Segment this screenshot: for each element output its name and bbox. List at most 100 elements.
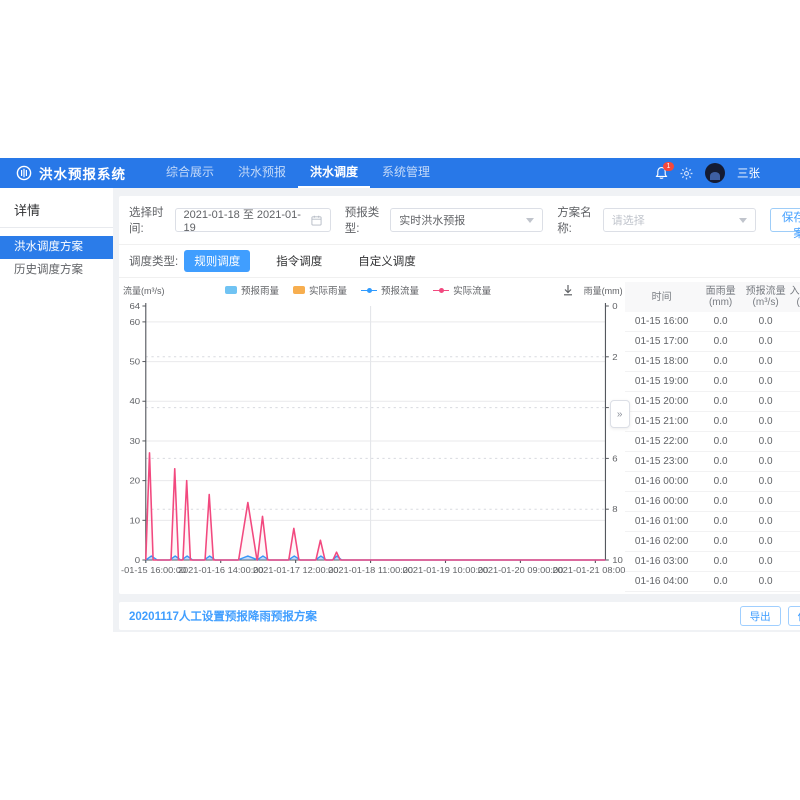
cell-time: 01-15 20:00 (625, 396, 699, 407)
plan-footer: 20201117人工设置预报降雨预报方案 导出 保存 (119, 602, 800, 630)
navbar-right: 1 三张 (655, 163, 760, 183)
table-row: 01-15 23:000.00.00.0 (625, 452, 800, 472)
date-range-input[interactable]: 2021-01-18 至 2021-01-19 (175, 208, 331, 232)
x-tick-label: -01-15 16:00:00 (121, 565, 186, 574)
y-right-tick-label: 2 (612, 352, 617, 361)
save-button[interactable]: 保存 (788, 606, 800, 626)
cell-value: 0.0 (789, 336, 800, 347)
nav-item-综合展示[interactable]: 综合展示 (154, 158, 226, 188)
page: 洪水预报系统 综合展示洪水预报洪水调度系统管理 1 (0, 0, 800, 800)
filter-bar: 选择时间: 2021-01-18 至 2021-01-19 预报类型: 实时洪水… (119, 196, 800, 245)
cell-value: 0.0 (789, 556, 800, 567)
forecast-type-select[interactable]: 实时洪水预报 (390, 208, 543, 232)
cell-value: 23 (789, 516, 800, 527)
cell-time: 01-15 16:00 (625, 316, 699, 327)
y-left-tick-label: 0 (135, 555, 140, 564)
tab-规则调度[interactable]: 规则调度 (184, 250, 250, 272)
tab-自定义调度[interactable]: 自定义调度 (348, 250, 426, 272)
right-axis-title: 雨量(mm) (584, 284, 623, 297)
legend-label: 实际雨量 (309, 283, 347, 297)
tab-指令调度[interactable]: 指令调度 (266, 250, 332, 272)
legend-item-实际雨量[interactable]: 实际雨量 (293, 283, 347, 297)
cell-value: 0.0 (743, 576, 789, 587)
cell-value: 0.0 (743, 476, 789, 487)
settings-button[interactable] (680, 167, 693, 180)
export-button[interactable]: 导出 (740, 606, 781, 626)
dispatch-type-label: 调度类型: (129, 253, 178, 269)
nav-item-洪水预报[interactable]: 洪水预报 (226, 158, 298, 188)
collapse-table-button[interactable]: » (610, 400, 630, 428)
cell-value: 0.0 (699, 356, 743, 367)
sidebar: 详情 洪水调度方案历史调度方案 (0, 188, 113, 632)
sidebar-item-洪水调度方案[interactable]: 洪水调度方案 (0, 236, 113, 259)
cell-time: 01-15 22:00 (625, 436, 699, 447)
cell-value: 0.0 (699, 416, 743, 427)
dispatch-type-tabs: 调度类型: 规则调度指令调度自定义调度 (119, 245, 800, 278)
forecast-type-value: 实时洪水预报 (399, 212, 522, 228)
cell-value: 0.0 (699, 476, 743, 487)
table-row: 01-15 19:000.00.00.0 (625, 372, 800, 392)
plan-name-select[interactable]: 请选择 (603, 208, 756, 232)
y-left-tick-label: 60 (129, 317, 140, 326)
legend-item-预报流量[interactable]: 预报流量 (361, 283, 419, 297)
cell-time: 01-16 02:00 (625, 536, 699, 547)
cell-value: 0.0 (743, 456, 789, 467)
cell-value: 0.0 (743, 356, 789, 367)
legend-line-icon (433, 286, 449, 294)
legend-line-icon (361, 286, 377, 294)
cell-value: 0.0 (699, 336, 743, 347)
table-row: 01-15 21:000.00.00.0 (625, 412, 800, 432)
cell-time: 01-16 00:00 (625, 476, 699, 487)
avatar[interactable] (705, 163, 725, 183)
table-row: 01-16 00:000.00.00.0 (625, 472, 800, 492)
cell-time: 01-16 01:00 (625, 516, 699, 527)
nav-item-洪水调度[interactable]: 洪水调度 (298, 158, 370, 188)
dispatch-tab-group: 规则调度指令调度自定义调度 (184, 250, 442, 272)
sidebar-divider (0, 227, 113, 228)
cell-value: 0.0 (743, 376, 789, 387)
footer-buttons: 导出 保存 (740, 606, 800, 626)
y-left-tick-label: 20 (129, 476, 140, 485)
cell-value: 0.0 (789, 536, 800, 547)
column-header-入库流量: 入库流量(m³/s) (789, 286, 800, 308)
table-row: 01-15 18:000.00.027 (625, 352, 800, 372)
cell-time: 01-15 21:00 (625, 416, 699, 427)
cell-time: 01-15 19:00 (625, 376, 699, 387)
y-left-tick-label: 40 (129, 397, 140, 406)
legend-swatch-icon (225, 286, 237, 294)
cell-value: 0.0 (743, 436, 789, 447)
cell-value: 0.0 (699, 456, 743, 467)
gear-icon (680, 167, 693, 180)
legend-label: 预报雨量 (241, 283, 279, 297)
plan-name-placeholder: 请选择 (612, 212, 735, 228)
column-header-时间: 时间 (625, 292, 699, 303)
nav-item-系统管理[interactable]: 系统管理 (370, 158, 442, 188)
date-range-value: 2021-01-18 至 2021-01-19 (184, 206, 311, 234)
x-tick-label: 2021-01-17 12:00:00 (253, 565, 339, 574)
notifications-button[interactable]: 1 (655, 166, 668, 180)
y-right-tick-label: 10 (612, 555, 623, 564)
table-row: 01-16 02:000.00.00.0 (625, 532, 800, 552)
legend-label: 预报流量 (381, 283, 419, 297)
cell-value: 0.0 (789, 376, 800, 387)
legend-item-实际流量[interactable]: 实际流量 (433, 283, 491, 297)
legend-item-预报雨量[interactable]: 预报雨量 (225, 283, 279, 297)
cell-value: 0.0 (699, 556, 743, 567)
main-area: 选择时间: 2021-01-18 至 2021-01-19 预报类型: 实时洪水… (113, 188, 800, 632)
chart-download-button[interactable] (562, 284, 574, 296)
calendar-icon (311, 215, 322, 226)
cell-value: 0.0 (789, 496, 800, 507)
cell-value: 0.0 (789, 396, 800, 407)
app-logo: 洪水预报系统 (16, 163, 126, 183)
save-plan-button[interactable]: 保存方案 (770, 208, 800, 232)
notification-badge: 1 (663, 162, 674, 171)
cell-value: 0.0 (789, 316, 800, 327)
chart-table-area: 流量(m³/s) 预报雨量实际雨量预报流量实际流量 雨量(mm) (119, 278, 800, 594)
cell-value: 0.0 (789, 416, 800, 427)
table-row: 01-16 00:000.00.00.0 (625, 492, 800, 512)
sidebar-item-历史调度方案[interactable]: 历史调度方案 (0, 259, 113, 282)
plan-title: 20201117人工设置预报降雨预报方案 (129, 608, 317, 624)
y-left-tick-label: 10 (129, 516, 140, 525)
table-row: 01-16 03:000.00.00.0 (625, 552, 800, 572)
line-chart-canvas[interactable]: 0102030405060640246810-01-15 16:00:00202… (121, 298, 625, 594)
